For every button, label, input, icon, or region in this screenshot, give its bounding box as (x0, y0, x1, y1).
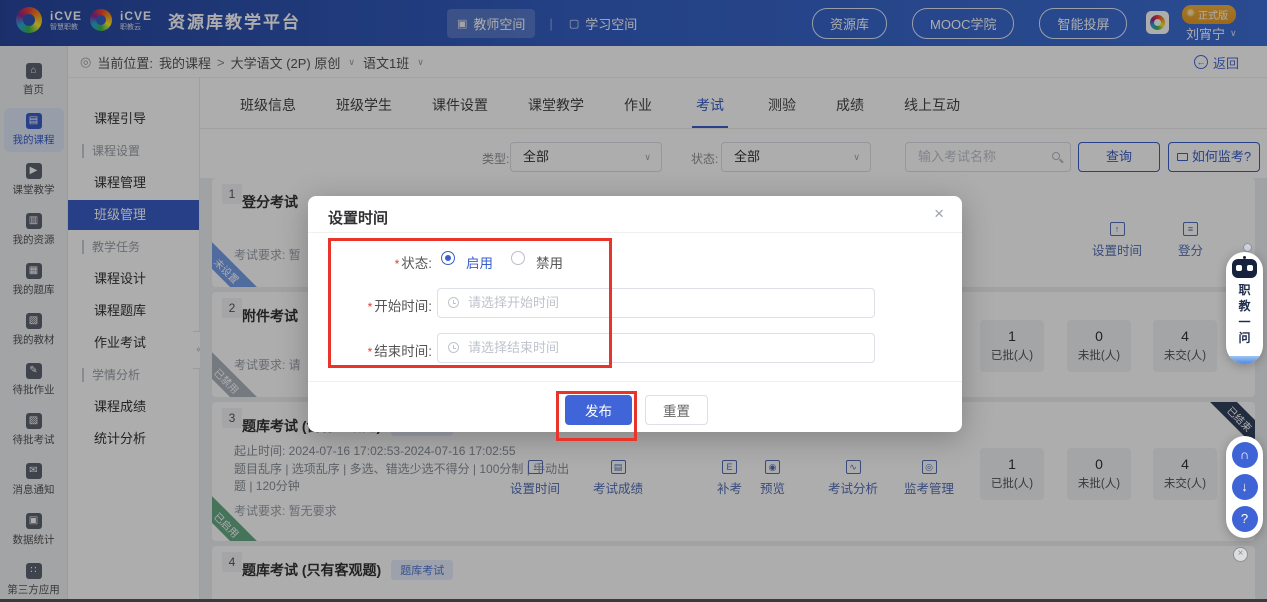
publish-button[interactable]: 发布 (565, 395, 632, 425)
disable-radio-label[interactable]: 禁用 (536, 252, 563, 272)
help-icon[interactable]: ? (1232, 506, 1258, 532)
disable-radio[interactable] (511, 251, 525, 265)
download-icon[interactable]: ↓ (1232, 474, 1258, 500)
set-time-dialog: 设置时间 × *状态: 启用 禁用 *开始时间: 请选择开始时间 *结束时间: … (308, 196, 962, 432)
toolbar-close-icon[interactable]: × (1233, 547, 1248, 562)
assistant-label: 职教一问 (1238, 282, 1252, 346)
customer-service-icon[interactable]: ∩ (1232, 442, 1258, 468)
browser-window: iCVE 智慧职教 iCVE 职教云 资源库教学平台 ▣ 教师空间 | ▢ 学习… (0, 0, 1267, 602)
close-icon[interactable]: × (934, 204, 944, 224)
assistant-widget[interactable]: 职教一问 (1226, 252, 1263, 364)
app-root: iCVE 智慧职教 iCVE 职教云 资源库教学平台 ▣ 教师空间 | ▢ 学习… (0, 0, 1267, 599)
start-time-input[interactable]: 请选择开始时间 (437, 288, 875, 318)
end-time-input[interactable]: 请选择结束时间 (437, 333, 875, 363)
side-toolbar: ∩ ↓ ? (1226, 436, 1263, 538)
end-time-placeholder: 请选择结束时间 (468, 340, 559, 355)
start-time-placeholder: 请选择开始时间 (468, 295, 559, 310)
clock-icon (448, 297, 459, 308)
robot-icon (1232, 259, 1257, 278)
enable-radio-label[interactable]: 启用 (466, 252, 493, 272)
clock-icon (448, 342, 459, 353)
status-field-label: *状态: (332, 252, 432, 272)
end-time-field-label: *结束时间: (332, 340, 432, 360)
start-time-field-label: *开始时间: (332, 295, 432, 315)
enable-radio[interactable] (441, 251, 455, 265)
assistant-gear-icon[interactable] (1243, 243, 1252, 252)
reset-button[interactable]: 重置 (645, 395, 708, 425)
dialog-title: 设置时间 (328, 207, 388, 228)
